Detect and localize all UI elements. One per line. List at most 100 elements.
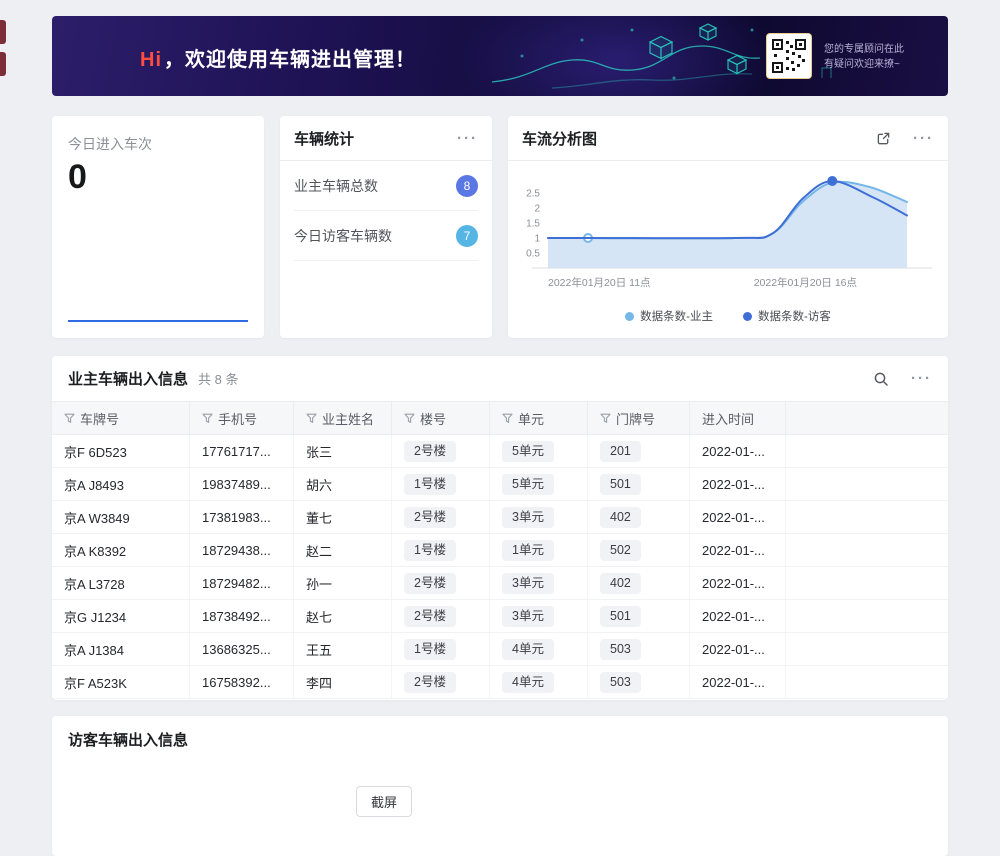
table-cell: 501 bbox=[588, 468, 690, 500]
table-cell: 2号楼 bbox=[392, 501, 490, 533]
column-header-label: 门牌号 bbox=[616, 409, 655, 428]
column-header[interactable]: 手机号 bbox=[190, 402, 294, 434]
table-cell: 2022-01-... bbox=[690, 600, 786, 632]
table-cell: 2022-01-... bbox=[690, 666, 786, 698]
export-icon[interactable] bbox=[876, 131, 891, 146]
tag-pill: 4单元 bbox=[502, 639, 554, 660]
svg-text:0.5: 0.5 bbox=[526, 249, 540, 260]
table-cell-filler bbox=[786, 600, 948, 632]
stats-row[interactable]: 业主车辆总数8 bbox=[294, 161, 478, 211]
tag-pill: 402 bbox=[600, 573, 641, 594]
filter-icon bbox=[64, 413, 75, 424]
table-cell: 1号楼 bbox=[392, 468, 490, 500]
qr-code bbox=[766, 33, 812, 79]
table-cell: 2022-01-... bbox=[690, 501, 786, 533]
legend-item[interactable]: 数据条数-业主 bbox=[625, 308, 713, 324]
filter-icon bbox=[306, 413, 317, 424]
table-cell: 1单元 bbox=[490, 534, 588, 566]
qr-code-image bbox=[770, 37, 808, 75]
table-cell: 2号楼 bbox=[392, 666, 490, 698]
table-cell: 京A L3728 bbox=[52, 567, 190, 599]
table-cell: 503 bbox=[588, 633, 690, 665]
table-row[interactable]: 京A W384917381983...董七2号楼3单元4022022-01-..… bbox=[52, 501, 948, 534]
table-cell: 18738492... bbox=[190, 600, 294, 632]
table-cell: 4单元 bbox=[490, 633, 588, 665]
table-cell-filler bbox=[786, 534, 948, 566]
column-header-filler bbox=[786, 402, 948, 434]
stats-label: 业主车辆总数 bbox=[294, 176, 378, 196]
stats-row[interactable]: 今日访客车辆数 7 bbox=[294, 211, 478, 261]
table-row[interactable]: 京A J138413686325...王五1号楼4单元5032022-01-..… bbox=[52, 633, 948, 666]
column-header[interactable]: 进入时间 bbox=[690, 402, 786, 434]
tag-pill: 503 bbox=[600, 639, 641, 660]
owner-table-title: 业主车辆出入信息 bbox=[68, 368, 188, 389]
legend-dot bbox=[743, 312, 752, 321]
table-cell: 201 bbox=[588, 435, 690, 467]
table-row[interactable]: 京G J123418738492...赵七2号楼3单元5012022-01-..… bbox=[52, 600, 948, 633]
tag-pill: 501 bbox=[600, 474, 641, 495]
column-header[interactable]: 单元 bbox=[490, 402, 588, 434]
more-icon[interactable]: ··· bbox=[911, 371, 932, 386]
column-header-label: 车牌号 bbox=[80, 409, 119, 428]
table-cell: 董七 bbox=[294, 501, 392, 533]
owner-vehicle-table-card: 业主车辆出入信息 共 8 条 ··· 车牌号 手机号业主姓名楼号单元 门牌号 进入时间… bbox=[52, 356, 948, 700]
column-header[interactable]: 门牌号 bbox=[588, 402, 690, 434]
legend-item[interactable]: 数据条数-访客 bbox=[743, 308, 831, 324]
table-cell: 京F A523K bbox=[52, 666, 190, 698]
visitor-vehicle-table-card: 访客车辆出入信息 截屏 bbox=[52, 716, 948, 856]
table-cell-filler bbox=[786, 468, 948, 500]
vehicle-stats-list: 业主车辆总数8 今日访客车辆数 7 bbox=[280, 161, 492, 261]
table-cell: 孙一 bbox=[294, 567, 392, 599]
screenshot-button[interactable]: 截屏 bbox=[356, 786, 412, 817]
search-icon[interactable] bbox=[873, 371, 889, 387]
filter-icon bbox=[404, 413, 415, 424]
table-row[interactable]: 京A L372818729482...孙一2号楼3单元4022022-01-..… bbox=[52, 567, 948, 600]
table-row[interactable]: 京A J849319837489...胡六1号楼5单元5012022-01-..… bbox=[52, 468, 948, 501]
stats-count-badge: 7 bbox=[456, 225, 478, 247]
table-cell: 京A W3849 bbox=[52, 501, 190, 533]
vehicle-stats-card: 车辆统计 ··· 业主车辆总数8 今日访客车辆数 7 bbox=[280, 116, 492, 338]
qr-caption: 您的专属顾问在此 有疑问欢迎来撩~ bbox=[824, 42, 904, 72]
table-cell: 2022-01-... bbox=[690, 468, 786, 500]
table-cell: 3单元 bbox=[490, 600, 588, 632]
table-cell: 胡六 bbox=[294, 468, 392, 500]
table-cell: 2022-01-... bbox=[690, 633, 786, 665]
table-cell: 2号楼 bbox=[392, 567, 490, 599]
column-header[interactable]: 楼号 bbox=[392, 402, 490, 434]
table-cell: 402 bbox=[588, 567, 690, 599]
visitor-table-title: 访客车辆出入信息 bbox=[68, 729, 188, 750]
column-header[interactable]: 车牌号 bbox=[52, 402, 190, 434]
tag-pill: 2号楼 bbox=[404, 507, 456, 528]
edge-marker bbox=[0, 52, 6, 76]
tag-pill: 201 bbox=[600, 441, 641, 462]
traffic-line-chart: 2.521.510.52022年01月20日 11点2022年01月20日 16… bbox=[522, 174, 934, 296]
more-icon[interactable]: ··· bbox=[457, 131, 478, 146]
table-cell: 4单元 bbox=[490, 666, 588, 698]
edge-marker bbox=[0, 20, 6, 44]
more-icon[interactable]: ··· bbox=[913, 131, 934, 146]
svg-text:2022年01月20日 16点: 2022年01月20日 16点 bbox=[754, 276, 857, 289]
stats-label: 今日访客车辆数 bbox=[294, 226, 392, 246]
table-cell: 1号楼 bbox=[392, 633, 490, 665]
vehicle-stats-title: 车辆统计 bbox=[294, 128, 354, 149]
table-row[interactable]: 京F A523K16758392...李四2号楼4单元5032022-01-..… bbox=[52, 666, 948, 699]
table-cell: 2022-01-... bbox=[690, 435, 786, 467]
table-row[interactable]: 京A K839218729438...赵二1号楼1单元5022022-01-..… bbox=[52, 534, 948, 567]
chart-legend: 数据条数-业主 数据条数-访客 bbox=[508, 308, 948, 324]
tag-pill: 1号楼 bbox=[404, 639, 456, 660]
table-cell: 3单元 bbox=[490, 567, 588, 599]
table-cell: 张三 bbox=[294, 435, 392, 467]
tag-pill: 5单元 bbox=[502, 474, 554, 495]
tag-pill: 3单元 bbox=[502, 573, 554, 594]
table-cell: 京A J1384 bbox=[52, 633, 190, 665]
table-cell-filler bbox=[786, 567, 948, 599]
tag-pill: 4单元 bbox=[502, 672, 554, 693]
tag-pill: 3单元 bbox=[502, 606, 554, 627]
tag-pill: 502 bbox=[600, 540, 641, 561]
table-cell: 16758392... bbox=[190, 666, 294, 698]
filter-icon bbox=[202, 413, 213, 424]
owner-table-count: 共 8 条 bbox=[198, 369, 238, 388]
column-header[interactable]: 业主姓名 bbox=[294, 402, 392, 434]
table-cell: 18729438... bbox=[190, 534, 294, 566]
table-row[interactable]: 京F 6D52317761717...张三2号楼5单元2012022-01-..… bbox=[52, 435, 948, 468]
